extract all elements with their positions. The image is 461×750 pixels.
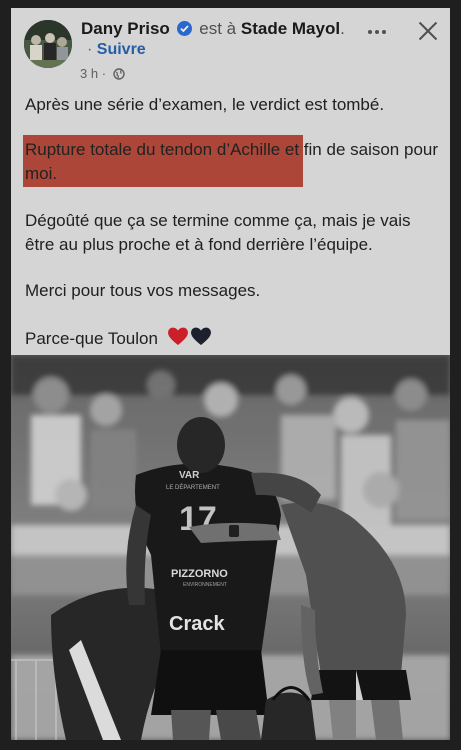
follow-line: · Suivre	[87, 41, 146, 59]
location-suffix: .	[340, 19, 345, 38]
black-heart-icon	[190, 327, 211, 345]
post-photo[interactable]: VAR LE DÉPARTEMENT 17 PIZZORNO ENVIRONNE…	[11, 355, 450, 740]
post-time[interactable]: 3 h	[80, 66, 98, 81]
close-icon[interactable]	[417, 20, 439, 42]
meta-separator: ·	[101, 66, 107, 81]
jersey-sponsor-main: Crack	[169, 613, 225, 635]
hearts-emoji	[167, 325, 213, 354]
post-paragraph-1: Après une série d’examen, le verdict est…	[25, 95, 385, 114]
follow-separator: ·	[87, 41, 93, 58]
highlighted-text: Rupture totale du tendon d’Achille	[25, 140, 281, 159]
jersey-sponsor-mid-sub: ENVIRONNEMENT	[183, 582, 227, 588]
post-header: Dany Priso est à Stade Mayol. · Suivre 3…	[11, 8, 450, 88]
author-name[interactable]: Dany Priso	[81, 19, 170, 38]
closing-text: Parce-que Toulon	[25, 329, 158, 348]
follow-button[interactable]: Suivre	[97, 41, 146, 58]
post-card: Dany Priso est à Stade Mayol. · Suivre 3…	[11, 8, 450, 740]
post-paragraph-4: Merci pour tous vos messages.	[25, 281, 261, 300]
jersey-sponsor-mid: PIZZORNO	[171, 568, 228, 580]
location-link[interactable]: Stade Mayol	[241, 19, 340, 38]
post-paragraph-5: Parce-que Toulon	[25, 325, 213, 354]
post-paragraph-2: Rupture totale du tendon d’Achille et fi…	[23, 135, 440, 187]
more-options-icon[interactable]	[362, 22, 392, 42]
author-line: Dany Priso est à Stade Mayol.	[81, 19, 345, 39]
verified-badge-icon	[176, 21, 192, 36]
red-heart-icon	[167, 327, 188, 345]
location-prefix: est à	[199, 19, 237, 38]
globe-icon	[112, 68, 125, 83]
jersey-sponsor-top: VAR	[179, 470, 200, 481]
post-meta: 3 h ·	[80, 66, 125, 83]
author-avatar[interactable]	[24, 20, 72, 68]
jersey-sponsor-sub: LE DÉPARTEMENT	[166, 484, 220, 491]
post-paragraph-3: Dégoûté que ça se termine comme ça, mais…	[25, 211, 411, 254]
